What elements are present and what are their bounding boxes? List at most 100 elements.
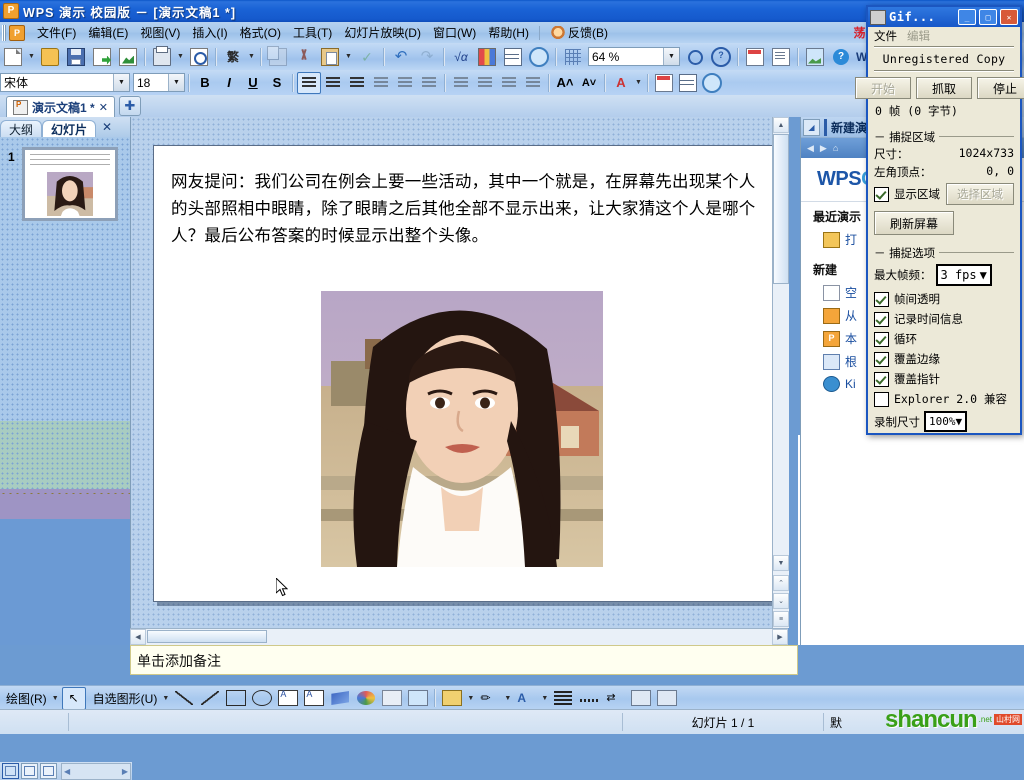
scroll-up-button[interactable]: ▲ <box>773 117 789 133</box>
menu-item-slideshow[interactable]: 幻灯片放映(D) <box>338 22 427 43</box>
menu-item-format[interactable]: 格式(O) <box>234 22 287 43</box>
slide-body-text[interactable]: 网友提问：我们公司在例会上要一些活动，其中一个就是，在屏幕先出现某个人的头部照相… <box>171 168 757 249</box>
overlay-border-checkbox[interactable] <box>874 351 889 367</box>
wps-know-button[interactable]: ? <box>829 45 853 68</box>
slide-thumbnail-item[interactable]: 1 <box>8 147 118 221</box>
increase-indent-button[interactable] <box>521 72 545 94</box>
refresh-screen-button[interactable]: 刷新屏幕 <box>874 211 954 235</box>
max-fps-select[interactable]: 3 fps ▼ <box>935 264 992 286</box>
font-color-draw-button[interactable]: A <box>514 687 538 710</box>
numbered-list-button[interactable] <box>473 72 497 94</box>
align-right-button[interactable] <box>345 72 369 94</box>
task-pane-forward-icon[interactable]: ▶ <box>820 143 827 154</box>
menu-item-edit[interactable]: 编辑(E) <box>82 22 134 43</box>
line-color-arrow[interactable]: ▼ <box>502 688 513 709</box>
max-fps-arrow-icon[interactable]: ▼ <box>980 268 987 282</box>
new-slide-button[interactable] <box>676 72 700 94</box>
gif-minimize-button[interactable]: _ <box>958 9 976 25</box>
select-area-button[interactable]: 选择区域 <box>946 183 1014 205</box>
template-button[interactable] <box>743 45 767 68</box>
wordart-button[interactable] <box>328 687 352 710</box>
print-button[interactable] <box>150 45 174 68</box>
insert-picture-button[interactable] <box>803 45 827 68</box>
zoom-combo[interactable]: 64 % ▼ <box>588 47 680 66</box>
insert-table-button[interactable] <box>501 45 525 68</box>
distribute-button[interactable] <box>393 72 417 94</box>
gif-close-button[interactable]: ✕ <box>1000 9 1018 25</box>
next-slide-button[interactable]: ⌄ <box>773 593 789 609</box>
draw-menu-arrow[interactable]: ▼ <box>50 688 61 709</box>
menu-item-file[interactable]: 文件(F) <box>31 22 82 43</box>
slide-canvas[interactable]: 网友提问：我们公司在例会上要一些活动，其中一个就是，在屏幕先出现某个人的头部照相… <box>153 145 775 602</box>
scroll-down-button[interactable]: ▼ <box>773 555 789 571</box>
grow-font-button[interactable]: A˄ <box>553 72 577 94</box>
underline-button[interactable]: U <box>241 72 265 94</box>
export-pdf-button[interactable] <box>116 45 140 68</box>
open-button[interactable] <box>38 45 62 68</box>
gif-maximize-button[interactable]: □ <box>979 9 997 25</box>
loop-row[interactable]: 循环 <box>874 329 1014 349</box>
bullet-list-button[interactable] <box>449 72 473 94</box>
send-mail-button[interactable] <box>90 45 114 68</box>
insert-hyperlink-button[interactable] <box>527 45 551 68</box>
decrease-indent-button[interactable] <box>497 72 521 94</box>
font-color-dropdown[interactable]: ▼ <box>633 72 644 93</box>
hscroll-thumb[interactable] <box>147 630 267 643</box>
explorer-compat-row[interactable]: Explorer 2.0 兼容 <box>874 389 1014 409</box>
slide-thumbnail[interactable] <box>22 147 118 221</box>
menu-item-window[interactable]: 窗口(W) <box>427 22 482 43</box>
fill-color-arrow[interactable]: ▼ <box>465 688 476 709</box>
hscroll-left-button[interactable]: ◀ <box>130 629 146 645</box>
line-color-button[interactable]: ✏ <box>477 687 501 710</box>
oval-tool-button[interactable] <box>250 687 274 710</box>
insert-formula-button[interactable]: √α <box>449 45 473 68</box>
menu-item-tools[interactable]: 工具(T) <box>287 22 338 43</box>
loop-checkbox[interactable] <box>874 331 889 347</box>
outline-button[interactable] <box>769 45 793 68</box>
overlay-cursor-checkbox[interactable] <box>874 371 889 387</box>
record-timing-checkbox[interactable] <box>874 311 889 327</box>
align-justify-button[interactable] <box>369 72 393 94</box>
font-color-button[interactable]: A <box>609 72 633 94</box>
line-spacing-button[interactable] <box>417 72 441 94</box>
help-button[interactable]: ? <box>709 45 733 68</box>
line-style-button[interactable] <box>551 687 575 710</box>
navigator-hscrollbar[interactable]: ◀ ▶ <box>61 762 131 780</box>
autoshapes-arrow[interactable]: ▼ <box>160 688 171 709</box>
slideshow-view-button[interactable] <box>40 763 57 779</box>
shadow-style-button[interactable] <box>629 687 653 710</box>
tab-slides[interactable]: 幻灯片 <box>42 119 97 138</box>
menu-grip[interactable] <box>2 24 6 41</box>
inter-frame-transparency-checkbox[interactable] <box>874 291 889 307</box>
align-left-button[interactable] <box>297 71 321 94</box>
insert-image-button[interactable] <box>406 687 430 710</box>
scroll-thumb[interactable] <box>773 134 789 284</box>
insert-chart-button[interactable] <box>475 45 499 68</box>
start-button[interactable]: 开始 <box>855 77 911 99</box>
format-painter-button[interactable]: ✓ <box>355 45 379 68</box>
traditional-chinese-button[interactable]: 繁 <box>221 45 245 68</box>
slide-horizontal-scrollbar[interactable]: ◀ ▶ <box>130 628 788 645</box>
previous-slide-button[interactable]: ⌃ <box>773 575 789 591</box>
new-button[interactable] <box>1 45 25 68</box>
arrow-tool-button[interactable] <box>198 687 222 710</box>
font-family-arrow[interactable]: ▼ <box>113 74 129 91</box>
capture-button[interactable]: 抓取 <box>916 77 972 99</box>
task-pane-home-icon[interactable]: ⌂ <box>833 143 838 153</box>
show-area-checkbox-row[interactable]: 显示区域 选择区域 <box>874 181 1014 207</box>
traditional-dropdown[interactable]: ▼ <box>246 46 257 67</box>
paste-button[interactable] <box>318 45 342 68</box>
menu-item-view[interactable]: 视图(V) <box>134 22 186 43</box>
record-size-arrow-icon[interactable]: ▼ <box>956 415 963 428</box>
font-size-combo[interactable]: 18 ▼ <box>133 73 185 92</box>
copy-button[interactable] <box>266 45 290 68</box>
slide-design-button[interactable] <box>652 72 676 94</box>
menu-item-insert[interactable]: 插入(I) <box>186 22 233 43</box>
shrink-font-button[interactable]: A˅ <box>577 72 601 94</box>
menu-item-help[interactable]: 帮助(H) <box>482 22 535 43</box>
shadow-button[interactable]: S <box>265 72 289 94</box>
select-tool-button[interactable]: ↖ <box>61 686 86 710</box>
textbox-tool-button[interactable] <box>276 687 300 710</box>
paste-dropdown[interactable]: ▼ <box>343 46 354 67</box>
arrow-style-button[interactable]: ⇄ <box>603 687 627 710</box>
